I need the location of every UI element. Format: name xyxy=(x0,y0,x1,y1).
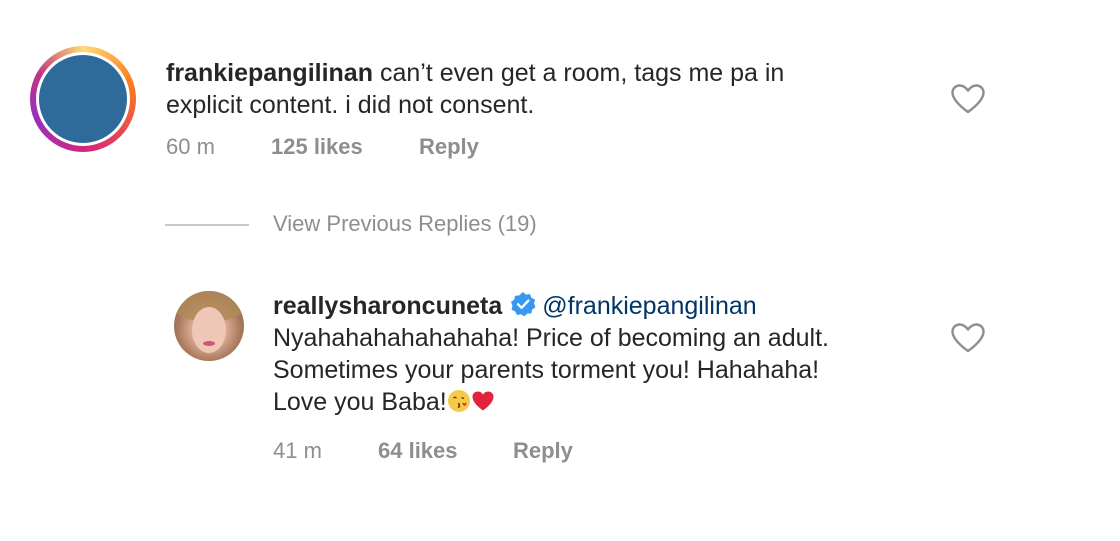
comment-username[interactable]: frankiepangilinan xyxy=(166,59,373,87)
kissing-face-emoji xyxy=(447,390,470,412)
red-heart-emoji xyxy=(472,391,494,411)
reply-likes-count[interactable]: 64 likes xyxy=(378,438,458,463)
comment-text-line1: can’t even get a room, tags me pa in xyxy=(379,59,785,87)
comment-text-line2: explicit content. i did not consent. xyxy=(166,91,535,119)
comment-reply-button[interactable]: Reply xyxy=(419,134,479,159)
comment-timestamp: 60 m xyxy=(166,134,215,159)
avatar xyxy=(39,55,127,143)
commenter-avatar-story-ring[interactable] xyxy=(30,46,136,152)
reply-mention-link[interactable]: @frankiepangilinan xyxy=(542,292,756,320)
reply-avatar[interactable] xyxy=(174,291,244,361)
verified-badge-icon xyxy=(511,292,536,317)
reply-reply-button[interactable]: Reply xyxy=(513,438,573,463)
heart-icon[interactable] xyxy=(951,84,985,114)
reply-timestamp: 41 m xyxy=(273,438,322,463)
replies-divider xyxy=(165,224,249,226)
reply-username[interactable]: reallysharoncuneta xyxy=(273,292,502,320)
comment-body: frankiepangilinan can’t even get a room,… xyxy=(166,57,886,121)
reply-text-line2: Sometimes your parents torment you! Haha… xyxy=(273,356,820,384)
reply-text-line1: Nyahahahahahahaha! Price of becoming an … xyxy=(273,324,829,352)
reply-body: reallysharoncuneta @frankiepangilinan Ny… xyxy=(273,290,953,418)
reply-text-line3: Love you Baba! xyxy=(273,388,447,416)
view-previous-replies-link[interactable]: View Previous Replies (19) xyxy=(273,211,537,237)
heart-icon[interactable] xyxy=(951,323,985,353)
comments-panel: frankiepangilinan can’t even get a room,… xyxy=(0,0,1120,541)
comment-likes-count[interactable]: 125 likes xyxy=(271,134,363,159)
